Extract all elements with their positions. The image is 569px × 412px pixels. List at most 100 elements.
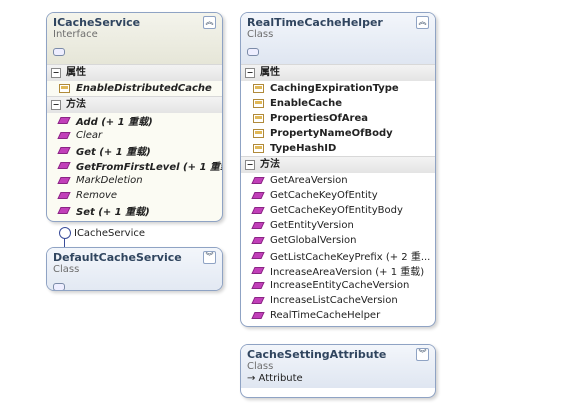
method-icon — [57, 132, 71, 139]
property-icon — [253, 129, 264, 138]
method-item[interactable]: GetCacheKeyOfEntityBody — [241, 203, 435, 218]
icacheservice-title: ICacheService — [53, 16, 141, 29]
property-label: PropertyNameOfBody — [270, 128, 393, 139]
method-label: GetGlobalVersion — [270, 235, 357, 246]
method-icon — [57, 147, 71, 154]
method-label: GetEntityVersion — [270, 220, 354, 231]
method-label: MarkDeletion — [76, 175, 143, 186]
method-item[interactable]: GetEntityVersion — [241, 218, 435, 233]
method-label: RealTimeCacheHelper — [270, 310, 381, 321]
section-label: 方法 — [260, 159, 280, 170]
method-icon — [57, 192, 71, 199]
defaultcacheservice-shape[interactable]: DefaultCacheService Class ︾ — [46, 247, 223, 291]
property-item[interactable]: PropertiesOfArea — [241, 111, 435, 126]
collapse-bar-icon[interactable] — [53, 48, 65, 56]
realtimecachehelper-title: RealTimeCacheHelper — [247, 16, 383, 29]
property-icon — [253, 144, 264, 153]
property-icon — [253, 99, 264, 108]
section-label: 属性 — [66, 67, 86, 78]
method-item[interactable]: Get (+ 1 重载) — [47, 143, 222, 158]
cachesettingattribute-stereotype: Class — [247, 361, 274, 372]
cachesettingattribute-shape[interactable]: CacheSettingAttribute Class → Attribute … — [240, 344, 436, 398]
method-item[interactable]: GetFromFirstLevel (+ 1 重载) — [47, 158, 222, 173]
interface-lollipop-label: ICacheService — [74, 228, 146, 239]
property-icon — [253, 114, 264, 123]
realtimecachehelper-header: RealTimeCacheHelper Class ︽ — [241, 13, 435, 64]
method-label: Add (+ 1 重载) — [76, 117, 153, 128]
method-icon — [57, 162, 71, 169]
icacheservice-shape[interactable]: ICacheService Interface ︽ − 属性 EnableDis… — [46, 12, 223, 222]
method-icon — [251, 297, 265, 304]
method-icon — [251, 192, 265, 199]
realtimecachehelper-shape[interactable]: RealTimeCacheHelper Class ︽ − 属性 Caching… — [240, 12, 436, 327]
method-label: GetAreaVersion — [270, 175, 348, 186]
property-label: PropertiesOfArea — [270, 113, 368, 124]
section-label: 属性 — [260, 67, 280, 78]
method-label: Set (+ 1 重载) — [76, 207, 150, 218]
cachesettingattribute-header: CacheSettingAttribute Class → Attribute … — [241, 345, 435, 388]
method-item[interactable]: IncreaseListCacheVersion — [241, 293, 435, 308]
icacheservice-stereotype: Interface — [53, 29, 98, 40]
section-toggle-icon[interactable]: − — [51, 68, 61, 78]
property-icon — [59, 84, 70, 93]
icacheservice-props-section[interactable]: − 属性 — [47, 64, 222, 81]
method-item[interactable]: MarkDeletion — [47, 173, 222, 188]
method-item[interactable]: RealTimeCacheHelper — [241, 308, 435, 323]
section-toggle-icon[interactable]: − — [51, 100, 61, 110]
method-label: GetCacheKeyOfEntity — [270, 190, 378, 201]
collapse-bar-icon[interactable] — [247, 48, 259, 56]
method-item[interactable]: IncreaseAreaVersion (+ 1 重载) — [241, 263, 435, 278]
property-label: CachingExpirationType — [270, 83, 399, 94]
method-icon — [251, 252, 265, 259]
defaultcacheservice-title: DefaultCacheService — [53, 251, 182, 264]
expand-chevron-icon[interactable]: ︾ — [203, 251, 216, 264]
cachesettingattribute-title: CacheSettingAttribute — [247, 348, 387, 361]
property-label: EnableDistributedCache — [76, 83, 212, 94]
collapse-bar-icon[interactable] — [53, 283, 65, 290]
method-item[interactable]: GetCacheKeyOfEntity — [241, 188, 435, 203]
icacheservice-header: ICacheService Interface ︽ — [47, 13, 222, 64]
method-item[interactable]: GetGlobalVersion — [241, 233, 435, 248]
base-class-label: → Attribute — [247, 373, 303, 384]
method-icon — [251, 207, 265, 214]
icacheservice-methods-section[interactable]: − 方法 — [47, 96, 222, 113]
section-toggle-icon[interactable]: − — [245, 160, 255, 170]
method-icon — [57, 177, 71, 184]
section-label: 方法 — [66, 99, 86, 110]
method-item[interactable]: Clear — [47, 128, 222, 143]
method-icon — [251, 312, 265, 319]
method-item[interactable]: IncreaseEntityCacheVersion — [241, 278, 435, 293]
method-icon — [251, 282, 265, 289]
property-item[interactable]: CachingExpirationType — [241, 81, 435, 96]
method-item[interactable]: Set (+ 1 重载) — [47, 203, 222, 218]
method-label: Remove — [76, 190, 118, 201]
defaultcacheservice-header: DefaultCacheService Class ︾ — [47, 248, 222, 290]
expand-chevron-icon[interactable]: ︾ — [416, 348, 429, 361]
property-item[interactable]: EnableCache — [241, 96, 435, 111]
method-label: Get (+ 1 重载) — [76, 147, 151, 158]
property-item[interactable]: EnableDistributedCache — [47, 81, 222, 96]
collapse-chevron-icon[interactable]: ︽ — [203, 16, 216, 29]
method-item[interactable]: Add (+ 1 重载) — [47, 113, 222, 128]
realtimecachehelper-methods-section[interactable]: − 方法 — [241, 156, 435, 173]
method-label: GetFromFirstLevel (+ 1 重载) — [76, 162, 223, 173]
property-item[interactable]: PropertyNameOfBody — [241, 126, 435, 141]
realtimecachehelper-props-section[interactable]: − 属性 — [241, 64, 435, 81]
property-label: TypeHashID — [270, 143, 337, 154]
method-item[interactable]: GetListCacheKeyPrefix (+ 2 重... — [241, 248, 435, 263]
realtimecachehelper-stereotype: Class — [247, 29, 274, 40]
method-label: GetCacheKeyOfEntityBody — [270, 205, 403, 216]
property-label: EnableCache — [270, 98, 342, 109]
property-icon — [253, 84, 264, 93]
method-icon — [251, 267, 265, 274]
section-toggle-icon[interactable]: − — [245, 68, 255, 78]
method-item[interactable]: Remove — [47, 188, 222, 203]
method-label: IncreaseListCacheVersion — [270, 295, 398, 306]
collapse-chevron-icon[interactable]: ︽ — [416, 16, 429, 29]
method-item[interactable]: GetAreaVersion — [241, 173, 435, 188]
defaultcacheservice-stereotype: Class — [53, 264, 80, 275]
method-label: IncreaseAreaVersion (+ 1 重载) — [270, 267, 425, 278]
method-icon — [251, 237, 265, 244]
method-label: GetListCacheKeyPrefix (+ 2 重... — [270, 252, 431, 263]
property-item[interactable]: TypeHashID — [241, 141, 435, 156]
